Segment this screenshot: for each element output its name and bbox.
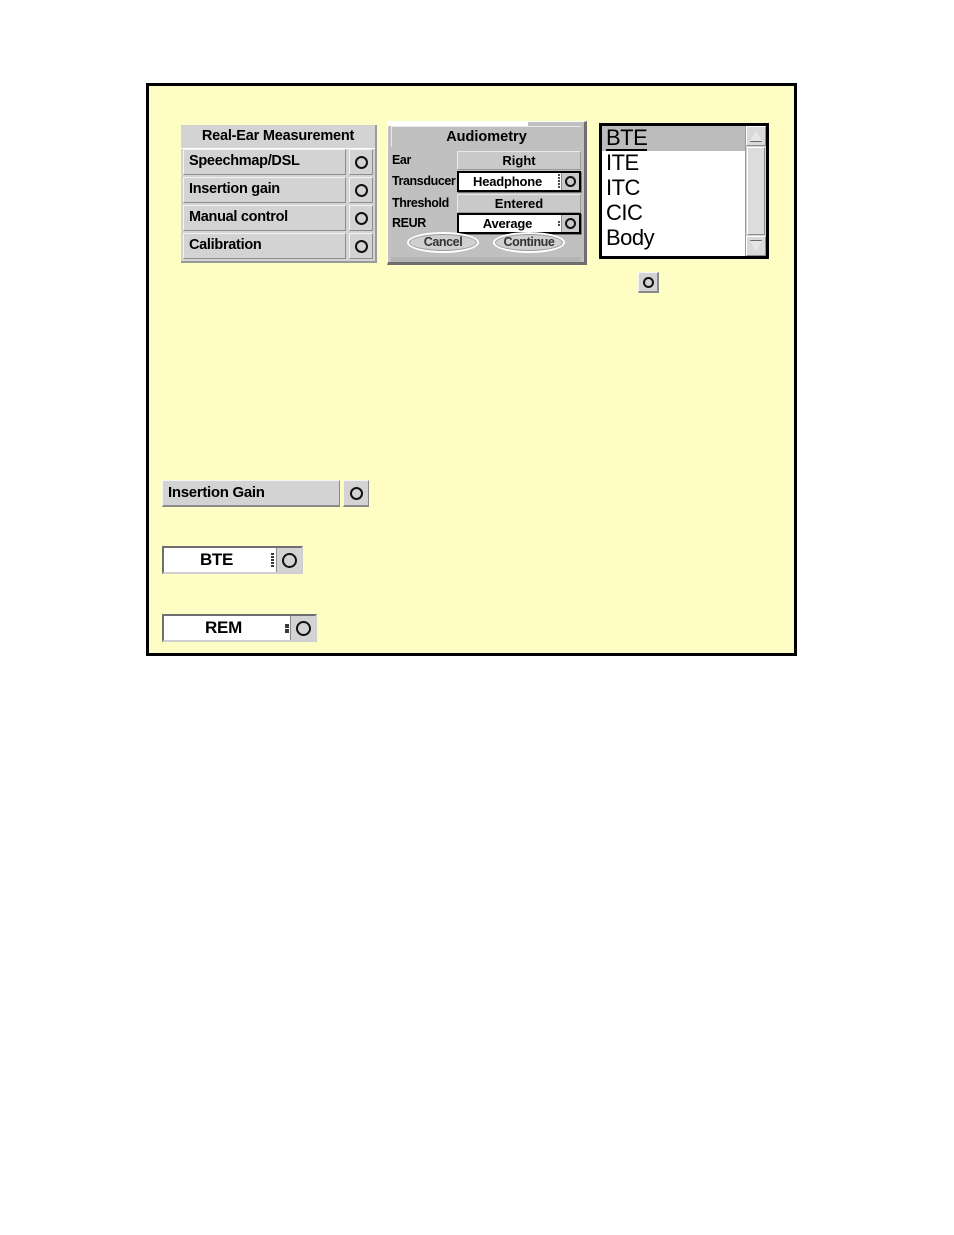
knob-circle-glyph: [642, 276, 654, 288]
triangle-down-icon[interactable]: [746, 236, 766, 256]
knob-circle-glyph: [354, 155, 368, 169]
transducer-value: Headphone: [459, 172, 556, 190]
real-ear-measurement-menu-title: Real-Ear Measurement: [181, 125, 375, 149]
knob-circle-icon[interactable]: [349, 233, 373, 259]
knob-circle-icon[interactable]: [349, 205, 373, 231]
menu-item-speechmap-dsl[interactable]: Speechmap/DSL: [181, 149, 375, 175]
list-item-label: BTE: [606, 126, 648, 151]
ear-value: Right: [457, 150, 581, 170]
list-item-label: CIC: [606, 200, 643, 225]
style-list[interactable]: BTE ITE ITC CIC Body: [602, 126, 745, 256]
row-label: REUR: [392, 216, 426, 230]
audiometry-row-reur: REUR Average: [391, 212, 581, 234]
menu-item-manual-control[interactable]: Manual control: [181, 205, 375, 231]
knob-circle-icon[interactable]: [349, 149, 373, 175]
rem-mode-dropdown[interactable]: REM: [162, 614, 317, 642]
audiometry-row-threshold: Threshold Entered: [391, 193, 581, 213]
knob-circle-glyph: [295, 620, 311, 636]
menu-item-calibration[interactable]: Calibration: [181, 233, 375, 259]
knob-circle-icon[interactable]: [561, 214, 579, 232]
screenshot-canvas: Real-Ear Measurement Speechmap/DSL Inser…: [0, 0, 954, 1235]
scrollbar-thumb[interactable]: [747, 147, 765, 235]
continue-button[interactable]: Continue: [493, 232, 565, 253]
transducer-dropdown[interactable]: Headphone: [457, 170, 581, 192]
dotted-divider-icon: [283, 616, 290, 640]
knob-circle-glyph: [354, 183, 368, 197]
list-item-itc[interactable]: ITC: [602, 176, 745, 201]
list-item-label: ITE: [606, 150, 639, 175]
knob-circle-glyph: [354, 211, 368, 225]
knob-circle-glyph: [565, 175, 576, 187]
listbox-scrollbar[interactable]: [745, 126, 766, 256]
knob-circle-icon[interactable]: [343, 480, 369, 507]
menu-item-label: Speechmap/DSL: [183, 149, 346, 175]
list-item-cic[interactable]: CIC: [602, 201, 745, 226]
knob-circle-glyph: [349, 486, 363, 500]
knob-circle-icon[interactable]: [276, 548, 301, 572]
knob-circle-glyph: [281, 552, 297, 568]
reur-value: Average: [459, 214, 556, 232]
knob-circle-icon[interactable]: [561, 172, 579, 190]
audiometry-row-ear: Ear Right: [391, 150, 581, 170]
list-item-body[interactable]: Body: [602, 226, 745, 251]
triangle-down-glyph: [750, 241, 762, 251]
knob-circle-glyph: [354, 239, 368, 253]
list-item-label: ITC: [606, 175, 640, 200]
menu-item-label: Manual control: [183, 205, 346, 231]
dialog-bottom-bar: [391, 257, 581, 262]
list-item-bte[interactable]: BTE: [602, 126, 745, 151]
cancel-button[interactable]: Cancel: [407, 232, 479, 253]
threshold-value: Entered: [457, 193, 581, 213]
hearing-aid-style-listbox[interactable]: BTE ITE ITC CIC Body: [599, 123, 769, 259]
bte-style-value: BTE: [164, 548, 269, 572]
row-label: Transducer: [392, 174, 456, 188]
audiometry-dialog-title: Audiometry: [391, 126, 581, 147]
figure-panel: Real-Ear Measurement Speechmap/DSL Inser…: [146, 83, 797, 656]
dotted-divider-icon: [269, 548, 276, 572]
knob-circle-icon[interactable]: [349, 177, 373, 203]
menu-item-label: Insertion gain: [183, 177, 346, 203]
list-item-ite[interactable]: ITE: [602, 151, 745, 176]
rem-mode-value: REM: [164, 616, 283, 640]
audiometry-row-transducer: Transducer Headphone: [391, 170, 581, 192]
bte-style-dropdown[interactable]: BTE: [162, 546, 303, 574]
real-ear-measurement-menu: Real-Ear Measurement Speechmap/DSL Inser…: [181, 125, 377, 263]
insertion-gain-label: Insertion Gain: [162, 480, 340, 507]
audiometry-dialog: Audiometry Ear Right Transducer Headphon…: [387, 121, 587, 265]
knob-circle-icon[interactable]: [290, 616, 315, 640]
audiometry-dialog-buttons: Cancel Continue: [391, 232, 581, 256]
knob-circle-glyph: [565, 217, 576, 229]
knob-circle-icon[interactable]: [638, 272, 659, 293]
list-item-label: Body: [606, 225, 655, 250]
menu-item-label: Calibration: [183, 233, 346, 259]
triangle-up-glyph: [750, 131, 762, 141]
insertion-gain-button[interactable]: Insertion Gain: [162, 480, 369, 507]
row-label: Ear: [392, 153, 411, 167]
row-label: Threshold: [392, 196, 449, 210]
triangle-up-icon[interactable]: [746, 126, 766, 146]
menu-item-insertion-gain[interactable]: Insertion gain: [181, 177, 375, 203]
reur-dropdown[interactable]: Average: [457, 212, 581, 234]
